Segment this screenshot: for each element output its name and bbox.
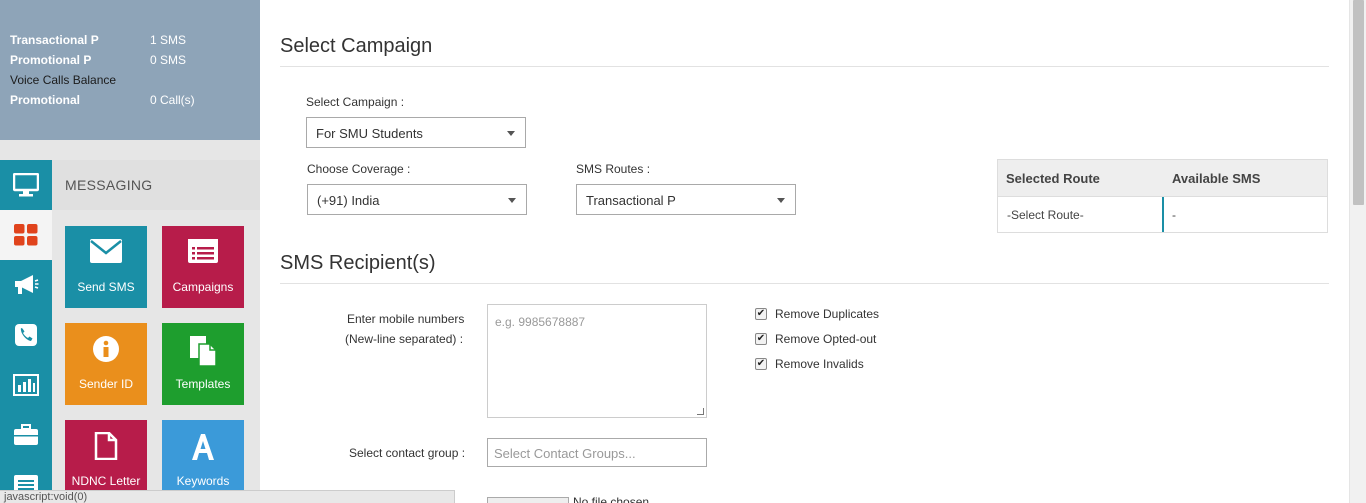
balance-panel: Transactional P 1 SMS Promotional P 0 SM… (0, 0, 260, 140)
tile-label: Sender ID (78, 377, 134, 391)
rail-voice-button[interactable] (0, 310, 52, 360)
rail-campaign-button[interactable] (0, 260, 52, 310)
campaign-select-value: For SMU Students (316, 126, 423, 141)
chevron-down-icon (777, 198, 785, 203)
selected-route-cell: -Select Route- (1007, 208, 1084, 222)
sms-routes-label: SMS Routes : (576, 162, 651, 176)
resize-handle[interactable] (697, 408, 704, 415)
balance-label: Voice Calls Balance (10, 73, 117, 87)
chevron-down-icon (508, 198, 516, 203)
select-campaign-label: Select Campaign : (306, 95, 405, 109)
contact-group-label: Select contact group : (349, 446, 466, 460)
rail-tools-button[interactable] (0, 410, 52, 460)
bar-chart-icon (13, 374, 39, 396)
vertical-scrollbar[interactable] (1349, 0, 1366, 503)
messaging-menu: MESSAGING Send SMS Campaigns Sender ID T… (52, 140, 260, 503)
divider (280, 283, 1329, 284)
campaign-select[interactable]: For SMU Students (306, 117, 526, 148)
checkbox-label: Remove Invalids (775, 357, 864, 371)
briefcase-icon (14, 424, 38, 445)
info-icon (93, 336, 119, 362)
document-icon (94, 432, 118, 460)
balance-value: 0 SMS (150, 53, 187, 67)
tile-label: Send SMS (77, 280, 135, 294)
available-sms-column-header: Available SMS (1172, 171, 1261, 186)
rail-spacer (0, 140, 52, 160)
phone-icon (15, 324, 37, 346)
divider (280, 66, 1329, 67)
recipients-heading: SMS Recipient(s) (280, 252, 436, 274)
monitor-icon (13, 173, 39, 197)
status-bar: javascript:void(0) (0, 490, 455, 503)
balance-label: Transactional P (10, 33, 99, 47)
route-table-header: Selected Route Available SMS (998, 160, 1327, 197)
balance-value: 0 Call(s) (150, 93, 195, 107)
scrollbar-thumb[interactable] (1353, 0, 1364, 205)
numbers-label-line2: (New-line separated) : (345, 332, 464, 346)
checkbox-label: Remove Opted-out (775, 332, 877, 346)
tile-label: Campaigns (172, 280, 234, 294)
megaphone-icon (15, 275, 39, 294)
tile-templates[interactable]: Templates (162, 323, 244, 405)
envelope-icon (90, 239, 122, 263)
route-table: Selected Route Available SMS -Select Rou… (997, 159, 1328, 233)
chevron-down-icon (507, 131, 515, 136)
documents-icon (190, 336, 217, 367)
sms-routes-select-value: Transactional P (586, 193, 676, 208)
checkmark-icon: ✔ (755, 308, 767, 320)
coverage-label: Choose Coverage : (307, 162, 411, 176)
checkmark-icon: ✔ (755, 358, 767, 370)
tile-label: NDNC Letter (71, 474, 141, 488)
coverage-select[interactable]: (+91) India (307, 184, 527, 215)
balance-label: Promotional (10, 93, 81, 107)
column-divider (1162, 197, 1164, 232)
tile-send-sms[interactable]: Send SMS (65, 226, 147, 308)
route-column-header: Selected Route (1006, 171, 1100, 186)
checkmark-icon: ✔ (755, 333, 767, 345)
coverage-select-value: (+91) India (317, 193, 380, 208)
numbers-placeholder: e.g. 9985678887 (495, 315, 586, 329)
available-sms-cell: - (1172, 208, 1176, 222)
campaign-heading: Select Campaign (280, 35, 433, 57)
sms-routes-select[interactable]: Transactional P (576, 184, 796, 215)
contact-group-placeholder: Select Contact Groups... (494, 446, 636, 461)
grid-icon (14, 224, 38, 246)
tile-label: Keywords (176, 474, 230, 488)
list-window-icon (188, 239, 218, 263)
numbers-label-line1: Enter mobile numbers (347, 312, 465, 326)
rail-monitor-button[interactable] (0, 160, 52, 210)
menu-section-title: MESSAGING (65, 177, 153, 193)
menu-header: MESSAGING (52, 160, 260, 210)
choose-file-button[interactable] (487, 497, 569, 503)
mobile-numbers-textarea[interactable]: e.g. 9985678887 (487, 304, 707, 418)
checkbox-label: Remove Duplicates (775, 307, 880, 321)
tile-campaigns[interactable]: Campaigns (162, 226, 244, 308)
file-status-text: No file chosen (573, 495, 650, 503)
balance-value: 1 SMS (150, 33, 187, 47)
tile-label: Templates (175, 377, 231, 391)
icon-rail (0, 160, 52, 503)
balance-label: Promotional P (10, 53, 92, 67)
tile-sender-id[interactable]: Sender ID (65, 323, 147, 405)
contact-group-input[interactable]: Select Contact Groups... (487, 438, 707, 467)
letter-a-icon (192, 434, 214, 460)
rail-dashboard-button[interactable] (0, 210, 52, 260)
rail-reports-button[interactable] (0, 360, 52, 410)
